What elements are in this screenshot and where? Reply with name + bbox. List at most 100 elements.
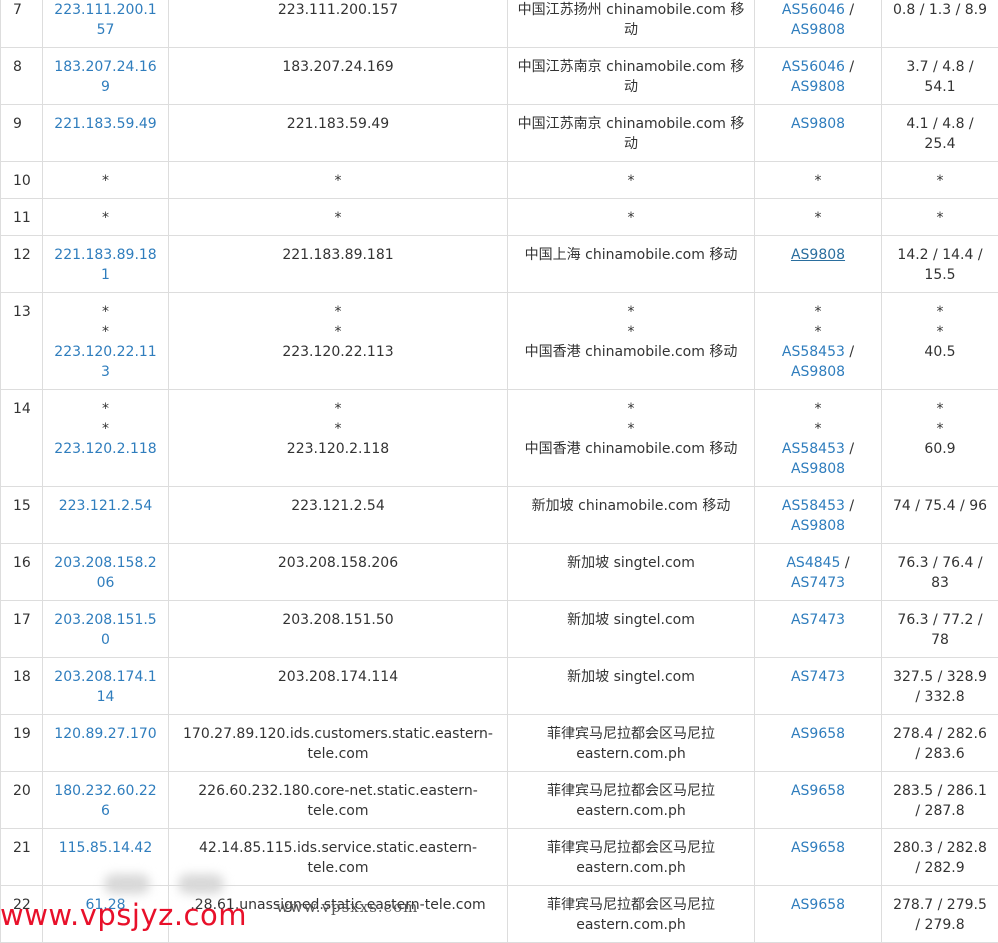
asn-line: AS56046 / AS9808 [763,57,873,97]
ip-link[interactable]: 223.120.22.113 [51,342,160,382]
ip-link[interactable]: 115.85.14.42 [51,838,160,858]
hop-number: 17 [1,601,43,658]
hostname-cell: 223.111.200.157 [169,0,508,48]
rtt-cell: * [882,162,998,199]
timeout-marker: * [815,401,822,417]
hop-number: 16 [1,544,43,601]
timeout-marker: * [516,399,746,419]
geo-cell: 新加坡 singtel.com [508,658,755,715]
hop-number: 13 [1,293,43,390]
asn-link[interactable]: AS9808 [791,364,845,380]
ip-link[interactable]: 221.183.59.49 [51,114,160,134]
geo-cell: 中国江苏南京 chinamobile.com 移动 [508,105,755,162]
timeout-marker: * [51,399,160,419]
geo-cell: 菲律宾马尼拉都会区马尼拉 eastern.com.ph [508,829,755,886]
asn-line: AS58453 / AS9808 [763,439,873,479]
traceroute-table-body: 7223.111.200.157223.111.200.157中国江苏扬州 ch… [1,0,998,943]
timeout-marker: * [177,322,499,342]
ip-cell: 223.121.2.54 [43,487,169,544]
table-row: 16203.208.158.206203.208.158.206新加坡 sing… [1,544,998,601]
hop-number: 21 [1,829,43,886]
geo-cell: 中国上海 chinamobile.com 移动 [508,236,755,293]
table-row: 15223.121.2.54223.121.2.54新加坡 chinamobil… [1,487,998,544]
rtt-cell: 4.1 / 4.8 / 25.4 [882,105,998,162]
rtt-cell: 283.5 / 286.1 / 287.8 [882,772,998,829]
asn-link[interactable]: AS7473 [791,669,845,685]
asn-link[interactable]: AS56046 [782,2,845,18]
timeout-marker: * [815,324,822,340]
asn-cell: AS56046 / AS9808 [755,48,882,105]
asn-link[interactable]: AS9658 [791,840,845,856]
ip-link[interactable]: 203.208.158.206 [51,553,160,593]
asn-link[interactable]: AS9808 [791,247,845,263]
timeout-marker: * [51,302,160,322]
ip-link[interactable]: 120.89.27.170 [51,724,160,744]
asn-link[interactable]: AS58453 [782,441,845,457]
asn-cell: AS9808 [755,236,882,293]
asn-cell: AS9658 [755,886,882,943]
ip-link[interactable]: 180.232.60.226 [51,781,160,821]
asn-link[interactable]: AS9808 [791,79,845,95]
asn-link[interactable]: AS9808 [791,22,845,38]
ip-link[interactable]: 203.208.174.114 [51,667,160,707]
geo-cell: 菲律宾马尼拉都会区马尼拉 eastern.com.ph [508,772,755,829]
ip-link[interactable]: 223.111.200.157 [51,0,160,40]
hostname-cell: * [169,199,508,236]
ip-link[interactable]: 183.207.24.169 [51,57,160,97]
rtt-cell: 76.3 / 76.4 / 83 [882,544,998,601]
ip-link[interactable]: 221.183.89.181 [51,245,160,285]
hostname-cell: 170.27.89.120.ids.customers.static.easte… [169,715,508,772]
asn-link[interactable]: AS7473 [791,612,845,628]
asn-link[interactable]: AS9658 [791,726,845,742]
asn-line: AS58453 / AS9808 [763,342,873,382]
asn-cell: AS4845 / AS7473 [755,544,882,601]
hostname: 223.120.2.118 [177,439,499,459]
timeout-marker: * [815,210,822,226]
table-row: 10***** [1,162,998,199]
asn-line: AS4845 / AS7473 [763,553,873,593]
asn-link[interactable]: AS9808 [791,461,845,477]
asn-link[interactable]: AS58453 [782,344,845,360]
asn-link[interactable]: AS9808 [791,116,845,132]
hop-number: 11 [1,199,43,236]
hostname: 203.208.158.206 [177,553,499,573]
table-row: 7223.111.200.157223.111.200.157中国江苏扬州 ch… [1,0,998,48]
asn-line: AS9658 [763,895,873,915]
asn-link[interactable]: AS9658 [791,783,845,799]
geo-location: 中国江苏扬州 chinamobile.com 移动 [516,0,746,40]
table-row: 20180.232.60.226226.60.232.180.core-net.… [1,772,998,829]
asn-line: AS9808 [763,245,873,265]
timeout-marker: * [890,419,990,439]
hostname-cell: * [169,162,508,199]
asn-separator: / [845,59,854,75]
hop-number: 15 [1,487,43,544]
hostname-cell: 183.207.24.169 [169,48,508,105]
timeout-marker: * [177,171,499,191]
asn-link[interactable]: AS4845 [786,555,840,571]
ip-link[interactable]: 203.208.151.50 [51,610,160,650]
timeout-marker: * [51,322,160,342]
timeout-marker: * [177,399,499,419]
ip-link[interactable]: 223.120.2.118 [51,439,160,459]
geo-location: 中国香港 chinamobile.com 移动 [516,342,746,362]
asn-link[interactable]: AS9658 [791,897,845,913]
ip-cell: 223.111.200.157 [43,0,169,48]
geo-cell: 新加坡 singtel.com [508,544,755,601]
asn-separator: / [840,555,849,571]
asn-separator: / [845,344,854,360]
asn-line: AS9658 [763,781,873,801]
asn-link[interactable]: AS9808 [791,518,845,534]
asn-link[interactable]: AS7473 [791,575,845,591]
asn-line: AS9658 [763,724,873,744]
asn-link[interactable]: AS58453 [782,498,845,514]
geo-location: 新加坡 singtel.com [516,553,746,573]
hop-number: 20 [1,772,43,829]
asn-line: * [763,171,873,191]
geo-cell: **中国香港 chinamobile.com 移动 [508,293,755,390]
geo-location: 新加坡 chinamobile.com 移动 [516,496,746,516]
hop-number: 18 [1,658,43,715]
asn-line: AS56046 / AS9808 [763,0,873,40]
ip-link[interactable]: 223.121.2.54 [51,496,160,516]
timeout-marker: * [516,302,746,322]
asn-link[interactable]: AS56046 [782,59,845,75]
